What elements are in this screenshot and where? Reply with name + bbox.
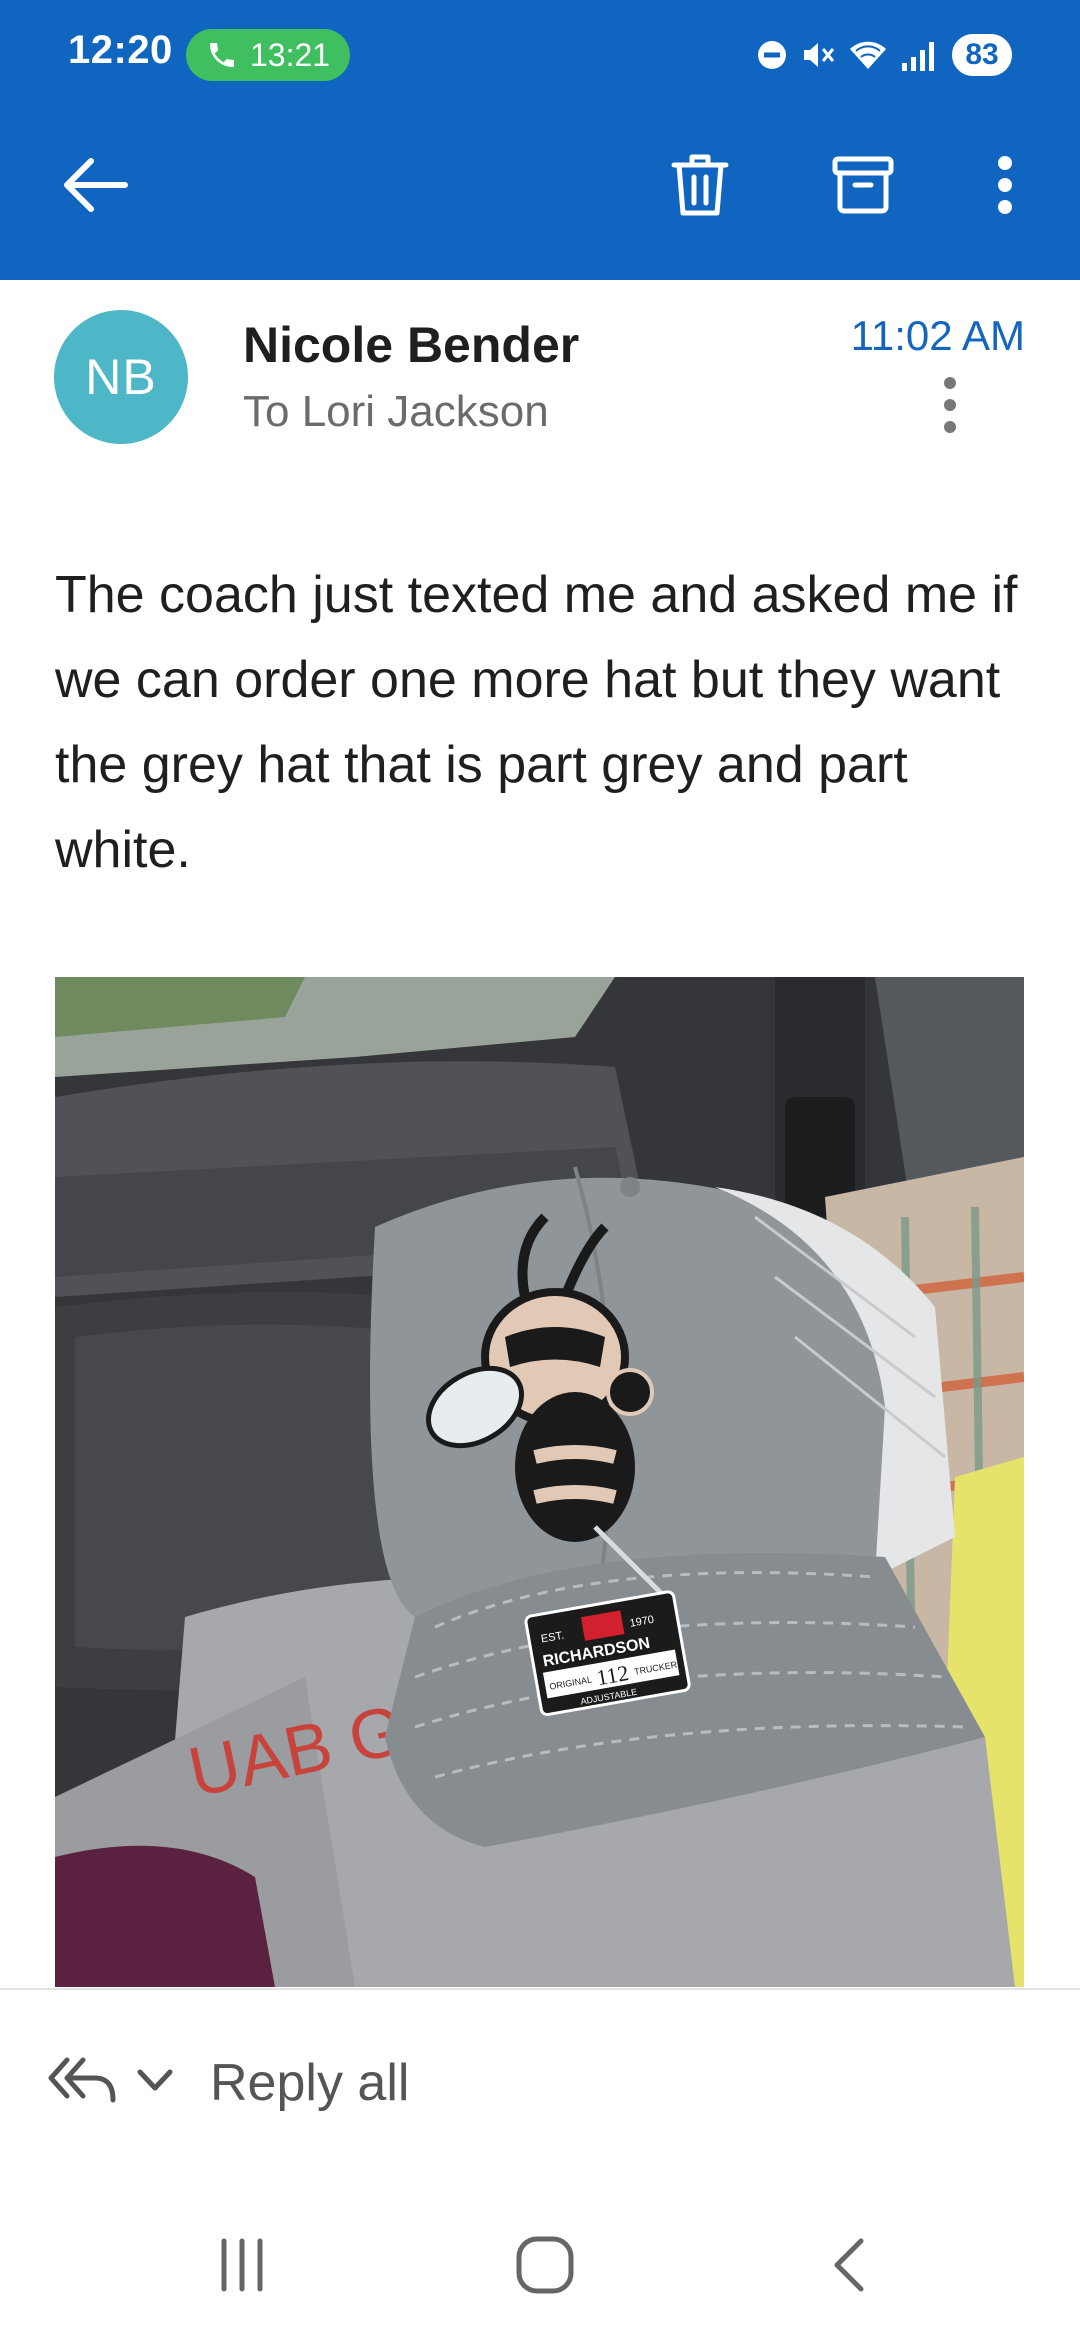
reply-options-dropdown[interactable] [130,2060,180,2100]
status-icons: 83 [756,30,1012,80]
call-duration: 13:21 [250,36,331,73]
back-button[interactable] [50,140,140,230]
delete-button[interactable] [655,140,745,230]
reply-all-icon [48,2057,116,2103]
back-icon [834,2238,864,2292]
archive-button[interactable] [818,140,908,230]
battery-level: 83 [965,38,999,71]
signal-icon [902,42,934,71]
chevron-down-icon [137,2069,173,2091]
wifi-icon [850,41,886,69]
do-not-disturb-icon [758,41,786,69]
email-time: 11:02 AM [850,312,1025,359]
sender-name[interactable]: Nicole Bender [243,316,579,374]
app-header: 12:20 13:21 83 [0,0,1080,280]
phone-icon [210,43,234,67]
recipient-line[interactable]: To Lori Jackson [243,387,549,437]
ongoing-call-chip[interactable]: 13:21 [186,29,350,81]
system-back-button[interactable] [790,2220,910,2310]
status-time: 12:20 [68,28,173,72]
message-body: The coach just texted me and asked me if… [55,566,1018,879]
archive-icon [832,156,894,214]
home-button[interactable] [485,2220,605,2310]
avatar[interactable]: NB [54,310,188,444]
more-vert-icon [944,377,956,433]
battery-indicator: 83 [952,34,1012,76]
avatar-initials: NB [85,349,157,405]
mute-icon [804,43,835,67]
message-more-button[interactable] [920,370,980,440]
recents-icon [221,2238,263,2292]
delete-icon [671,154,729,216]
hat-photo-illustration: UAB G EST. 1970 RICHARDSON ORIGINAL 112 … [55,977,1024,1987]
home-icon [516,2236,574,2294]
recents-button[interactable] [182,2220,302,2310]
reply-all-button[interactable] [45,2050,120,2110]
reply-all-label[interactable]: Reply all [210,2053,409,2113]
attached-photo[interactable]: UAB G EST. 1970 RICHARDSON ORIGINAL 112 … [55,977,1024,1987]
recipient-name: Lori Jackson [301,387,549,436]
more-options-button[interactable] [975,140,1035,230]
recipient-prefix: To [243,387,302,436]
more-vert-icon [998,156,1012,214]
back-arrow-icon [64,158,128,212]
